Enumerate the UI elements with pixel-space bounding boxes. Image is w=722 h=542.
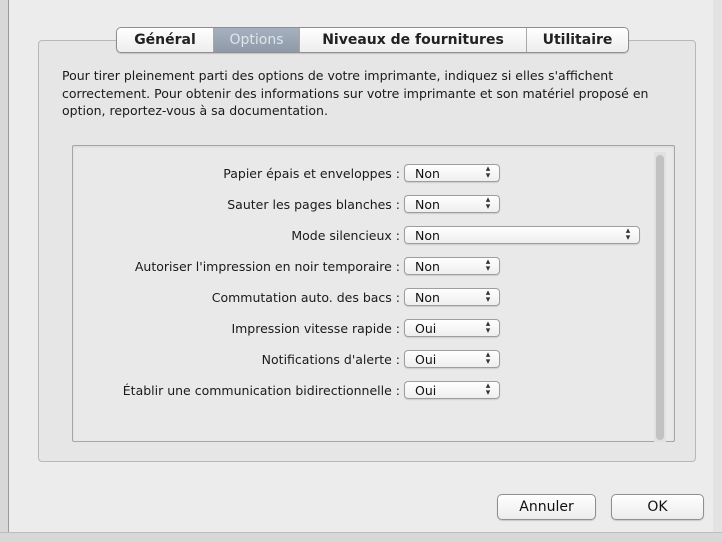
option-label: Papier épais et enveloppes :: [223, 165, 400, 181]
alert-notifications-popup[interactable]: Oui ▴ ▾: [404, 350, 500, 368]
intro-text: Pour tirer pleinement parti des options …: [62, 68, 649, 118]
bidirectional-popup[interactable]: Oui ▴ ▾: [404, 381, 500, 399]
tab-bar: Général Options Niveaux de fournitures U…: [116, 27, 629, 53]
high-speed-popup[interactable]: Oui ▴ ▾: [404, 319, 500, 337]
option-label: Mode silencieux :: [291, 227, 400, 243]
option-row-quiet-mode: Mode silencieux : Non ▴ ▾: [76, 224, 640, 246]
option-row-temp-black: Autoriser l'impression en noir temporair…: [76, 255, 500, 277]
updown-chevron-icon: ▴ ▾: [485, 288, 491, 305]
updown-chevron-icon: ▴ ▾: [485, 381, 491, 398]
option-label: Établir une communication bidirectionnel…: [122, 382, 400, 398]
option-row-alert-notifications: Notifications d'alerte : Oui ▴ ▾: [76, 348, 500, 370]
updown-chevron-icon: ▴ ▾: [485, 257, 491, 274]
skip-blank-popup[interactable]: Non ▴ ▾: [404, 195, 500, 213]
tab-general[interactable]: Général: [117, 28, 214, 52]
quiet-mode-popup[interactable]: Non ▴ ▾: [404, 226, 640, 244]
option-label: Impression vitesse rapide :: [231, 320, 400, 336]
updown-chevron-icon: ▴ ▾: [485, 164, 491, 181]
option-row-bidirectional: Établir une communication bidirectionnel…: [76, 379, 500, 401]
scrollbar-thumb[interactable]: [656, 155, 664, 440]
tray-switch-popup[interactable]: Non ▴ ▾: [404, 288, 500, 306]
updown-chevron-icon: ▴ ▾: [625, 226, 631, 243]
tab-utility[interactable]: Utilitaire: [527, 28, 628, 52]
popup-value: Non: [415, 227, 440, 243]
option-row-tray-switch: Commutation auto. des bacs : Non ▴ ▾: [76, 286, 500, 308]
option-row-high-speed: Impression vitesse rapide : Oui ▴ ▾: [76, 317, 500, 339]
window-left-edge: [0, 0, 9, 541]
updown-chevron-icon: ▴ ▾: [485, 319, 491, 336]
temp-black-popup[interactable]: Non ▴ ▾: [404, 257, 500, 275]
option-row-thick-paper: Papier épais et enveloppes : Non ▴ ▾: [76, 162, 500, 184]
ok-button[interactable]: OK: [611, 494, 704, 520]
thick-paper-popup[interactable]: Non ▴ ▾: [404, 164, 500, 182]
updown-chevron-icon: ▴ ▾: [485, 350, 491, 367]
tab-options[interactable]: Options: [214, 28, 300, 52]
updown-chevron-icon: ▴ ▾: [485, 195, 491, 212]
tab-supplies[interactable]: Niveaux de fournitures: [300, 28, 527, 52]
window-right-edge: [713, 0, 722, 541]
option-row-skip-blank: Sauter les pages blanches : Non ▴ ▾: [76, 193, 500, 215]
option-label: Commutation auto. des bacs :: [211, 289, 400, 305]
cancel-button[interactable]: Annuler: [497, 494, 596, 520]
option-label: Autoriser l'impression en noir temporair…: [134, 258, 400, 274]
option-label: Notifications d'alerte :: [261, 351, 400, 367]
option-label: Sauter les pages blanches :: [227, 196, 400, 212]
